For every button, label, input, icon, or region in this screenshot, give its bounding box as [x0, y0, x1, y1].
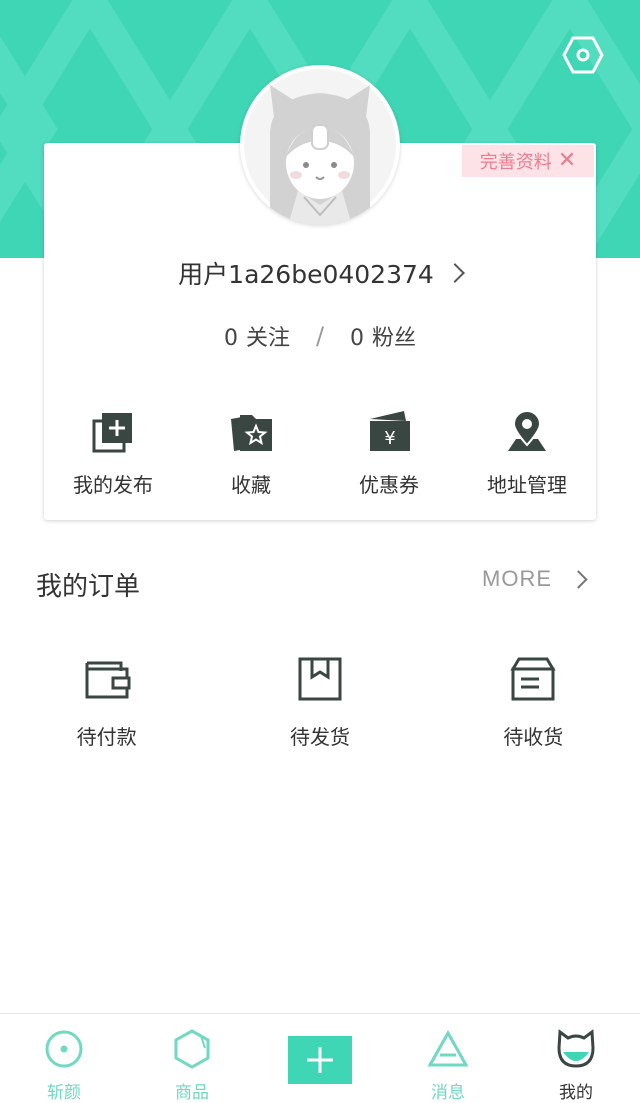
- tab-label: 我的: [559, 1083, 593, 1103]
- order-status-label: 待收货: [503, 725, 564, 749]
- following-stat[interactable]: 0 关注: [224, 320, 290, 352]
- order-pending-payment[interactable]: 待付款: [0, 655, 213, 755]
- quick-action-address[interactable]: 地址管理: [458, 405, 596, 500]
- bottom-tab-bar: 斩颜 商品 消息 我的: [0, 1013, 640, 1103]
- quick-action-favorites[interactable]: 收藏: [182, 405, 320, 500]
- complete-profile-button[interactable]: 完善资料 ✕: [462, 145, 594, 177]
- close-icon[interactable]: ✕: [558, 150, 576, 172]
- tab-label: 商品: [175, 1083, 209, 1103]
- quick-actions: 我的发布 收藏 ¥ 优惠券 地址管理: [44, 405, 596, 500]
- follow-stats: 0 关注 / 0 粉丝: [44, 316, 596, 356]
- orders-more-button[interactable]: MORE: [482, 566, 588, 592]
- triangle-icon: [427, 1029, 469, 1067]
- tab-add[interactable]: [256, 1014, 384, 1103]
- tab-label: 斩颜: [47, 1083, 81, 1103]
- fans-stat[interactable]: 0 粉丝: [350, 320, 416, 352]
- username: 用户1a26be0402374: [178, 260, 434, 289]
- default-avatar-icon: [244, 69, 396, 225]
- hexagon-icon: [174, 1029, 210, 1069]
- order-status-label: 待付款: [76, 725, 137, 749]
- quick-action-coupons[interactable]: ¥ 优惠券: [320, 405, 458, 500]
- add-post-button[interactable]: [288, 1036, 352, 1084]
- order-pending-receipt[interactable]: 待收货: [427, 655, 640, 755]
- location-pin-icon: [508, 410, 546, 451]
- quick-action-label: 地址管理: [487, 473, 567, 497]
- fans-count: 0: [350, 326, 365, 351]
- quick-action-label: 收藏: [231, 473, 271, 497]
- quick-action-label: 优惠券: [359, 473, 419, 497]
- tab-me[interactable]: 我的: [512, 1014, 640, 1103]
- chevron-right-icon: [569, 569, 588, 589]
- fans-label: 粉丝: [372, 326, 417, 351]
- coupon-icon: ¥: [370, 411, 410, 451]
- circle-dot-icon: [45, 1030, 83, 1068]
- orders-title: 我的订单: [36, 572, 141, 602]
- settings-hexagon-icon: [562, 36, 604, 74]
- tab-products[interactable]: 商品: [128, 1014, 256, 1103]
- following-label: 关注: [245, 326, 290, 351]
- more-label: MORE: [482, 566, 552, 591]
- wallet-icon: [85, 661, 131, 699]
- chevron-right-icon: [444, 263, 465, 283]
- settings-button[interactable]: [562, 34, 604, 76]
- orders-status-row: 待付款 待发货 待收货: [0, 655, 640, 755]
- svg-text:¥: ¥: [384, 428, 395, 449]
- publish-icon: [92, 413, 132, 453]
- quick-action-label: 我的发布: [73, 473, 153, 497]
- delivery-box-icon: [510, 657, 556, 701]
- package-icon: [298, 657, 342, 701]
- tab-home[interactable]: 斩颜: [0, 1014, 128, 1103]
- username-row[interactable]: 用户1a26be0402374: [44, 253, 596, 293]
- avatar[interactable]: [240, 65, 400, 225]
- plus-icon: [307, 1047, 333, 1073]
- order-pending-shipment[interactable]: 待发货: [213, 655, 426, 755]
- tab-label: 消息: [431, 1083, 465, 1103]
- following-count: 0: [223, 326, 238, 351]
- tab-messages[interactable]: 消息: [384, 1014, 512, 1103]
- stat-separator: /: [315, 322, 325, 350]
- orders-header: 我的订单 MORE: [0, 558, 640, 608]
- cat-face-icon: [557, 1029, 595, 1068]
- order-status-label: 待发货: [289, 725, 350, 749]
- quick-action-my-posts[interactable]: 我的发布: [44, 405, 182, 500]
- complete-profile-label: 完善资料: [479, 152, 552, 173]
- favorites-folder-icon: [231, 415, 272, 451]
